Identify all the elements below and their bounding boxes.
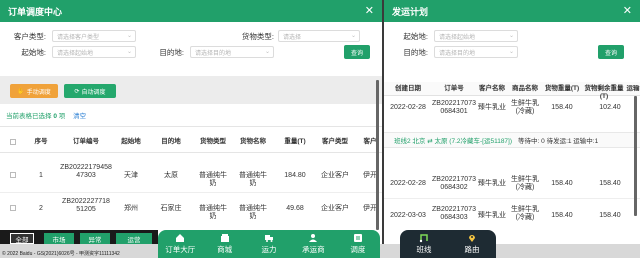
auto-dispatch-button[interactable]: ⟳ 自动调度: [64, 84, 116, 98]
chevron-down-icon: ⌄: [126, 49, 132, 55]
vertical-scrollbar[interactable]: [634, 96, 637, 216]
panel-title: 发运计划: [392, 6, 429, 17]
nav-route[interactable]: 路由: [448, 230, 496, 258]
nav-line[interactable]: 班线: [400, 230, 448, 258]
trip-status: 等待中: 0 待发运:1 运输中:1: [518, 138, 599, 145]
route-nav: 班线 路由: [400, 230, 496, 258]
auto-icon: ⟳: [74, 88, 80, 95]
origin-label: 起始地:: [403, 31, 428, 41]
trip-line[interactable]: 班线2 北京 ⇄ 太原 (7.2冷藏车-[运51187]) 等待中: 0 待发运…: [384, 132, 640, 148]
trip-route: 班线2 北京 ⇄ 太原 (7.2冷藏车-[运51187]): [394, 138, 513, 145]
dest-label: 目的地:: [159, 47, 184, 57]
map-pin-icon: [469, 235, 475, 242]
home-icon: [176, 234, 185, 242]
chevron-down-icon: ⌄: [126, 33, 132, 39]
chevron-down-icon: ⌄: [264, 49, 270, 55]
nav-capacity[interactable]: 运力: [247, 230, 291, 258]
dest-select[interactable]: 请选择目的地 ⌄: [190, 46, 274, 58]
goods-type-label: 货物类型:: [241, 31, 274, 41]
dest-select[interactable]: 请选择目的地 ⌄: [434, 46, 518, 58]
shipping-plan-header: 发运计划 ✕: [384, 0, 640, 22]
order-dispatch-header: 订单调度中心 ✕: [0, 0, 382, 22]
nav-carrier[interactable]: 承运商: [291, 230, 335, 258]
clear-selection-link[interactable]: 清空: [73, 113, 86, 120]
dest-label: 目的地:: [403, 47, 428, 57]
user-icon: [309, 234, 318, 242]
shop-icon: [220, 234, 229, 242]
chip-market[interactable]: 市场: [44, 233, 74, 244]
row-checkbox[interactable]: [10, 172, 16, 178]
chip-operation[interactable]: 运营: [116, 233, 152, 244]
route-line-icon: [419, 234, 428, 243]
dispatch-icon: [353, 234, 362, 242]
query-button[interactable]: 查询: [344, 45, 370, 59]
origin-label: 起始地:: [21, 47, 46, 57]
shipping-plan-panel: 发运计划 ✕ 起始地: 请选择起始地 ⌄ 目的地: 请选择目的地 ⌄ 查询 创建日期…: [384, 0, 640, 258]
panel-title: 订单调度中心: [8, 6, 63, 17]
nav-order-hall[interactable]: 订单大厅: [158, 230, 202, 258]
vertical-scrollbar[interactable]: [376, 80, 379, 230]
chevron-down-icon: ⌄: [350, 33, 356, 39]
close-icon[interactable]: ✕: [365, 4, 374, 17]
customer-type-label: 客户类型:: [13, 31, 46, 41]
table-header: 创建日期 订单号 客户名称 商品名称 货物重量(T) 货物剩余重量(T) 运输: [384, 82, 640, 100]
main-nav: 订单大厅 商城 运力 承运商 调度: [158, 230, 380, 258]
truck-icon: [265, 235, 274, 242]
hand-icon: ✋: [17, 88, 25, 95]
row-checkbox[interactable]: [10, 205, 16, 211]
origin-select[interactable]: 请选择起始地 ⌄: [52, 46, 136, 58]
nav-mall[interactable]: 商城: [202, 230, 246, 258]
chip-all[interactable]: 全部: [10, 233, 34, 244]
close-icon[interactable]: ✕: [623, 4, 632, 17]
selection-info: 当前表格已选择 0 项 清空: [6, 113, 87, 120]
order-dispatch-panel: 订单调度中心 ✕ 客户类型: 请选择客户类型 ⌄ 货物类型: 请选择 ⌄ 起始地: …: [0, 0, 382, 258]
customer-type-select[interactable]: 请选择客户类型 ⌄: [52, 30, 136, 42]
select-all-checkbox[interactable]: [10, 139, 16, 145]
map-copyright: © 2022 Baidu - GS(2021)6026号 - 甲测资字11111…: [2, 251, 120, 257]
nav-dispatch[interactable]: 调度: [336, 230, 380, 258]
manual-dispatch-button[interactable]: ✋ 手动调度: [10, 84, 58, 98]
goods-type-select[interactable]: 请选择 ⌄: [278, 30, 360, 42]
chevron-down-icon: ⌄: [508, 49, 514, 55]
query-button[interactable]: 查询: [598, 45, 624, 59]
chip-exception[interactable]: 异常: [80, 233, 110, 244]
origin-select[interactable]: 请选择起始地 ⌄: [434, 30, 518, 42]
chevron-down-icon: ⌄: [508, 33, 514, 39]
